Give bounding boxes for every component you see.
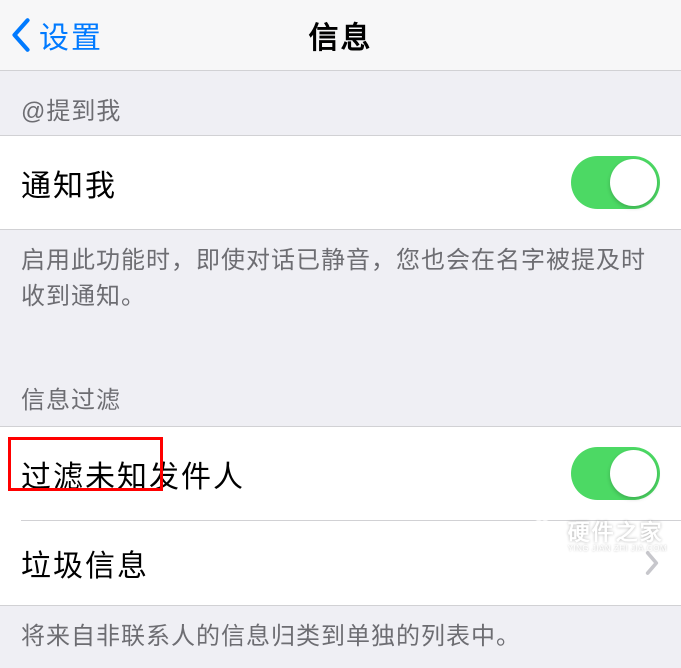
toggle-filter-unknown[interactable] [571, 447, 660, 500]
row-notify-me[interactable]: 通知我 [0, 135, 681, 230]
toggle-knob [610, 450, 657, 497]
chevron-left-icon [11, 17, 31, 53]
section-footer-mentions: 启用此功能时，即使对话已静音，您也会在名字被提及时收到通知。 [0, 230, 681, 328]
nav-header: 设置 信息 [0, 0, 681, 71]
row-label-unknown: 过滤未知发件人 [21, 452, 245, 496]
watermark: 硬件之家 YING JIAN ZHI JIA.COM [524, 517, 667, 558]
row-label-notify: 通知我 [21, 161, 117, 205]
section-footer-filter: 将来自非联系人的信息归类到单独的列表中。 [0, 606, 681, 668]
back-label: 设置 [39, 13, 103, 57]
watermark-main: 硬件之家 [568, 521, 667, 545]
toggle-notify-me[interactable] [571, 156, 660, 209]
section-header-mentions: @提到我 [0, 71, 681, 135]
row-label-spam: 垃圾信息 [21, 541, 149, 585]
page-title: 信息 [309, 13, 373, 57]
section-header-filter: 信息过滤 [0, 328, 681, 426]
row-filter-unknown[interactable]: 过滤未知发件人 [0, 427, 681, 520]
shield-icon [524, 517, 560, 558]
toggle-knob [610, 159, 657, 206]
rows-group-filter: 过滤未知发件人 垃圾信息 [0, 426, 681, 606]
watermark-sub: YING JIAN ZHI JIA.COM [568, 545, 667, 554]
back-button[interactable]: 设置 [0, 13, 103, 57]
